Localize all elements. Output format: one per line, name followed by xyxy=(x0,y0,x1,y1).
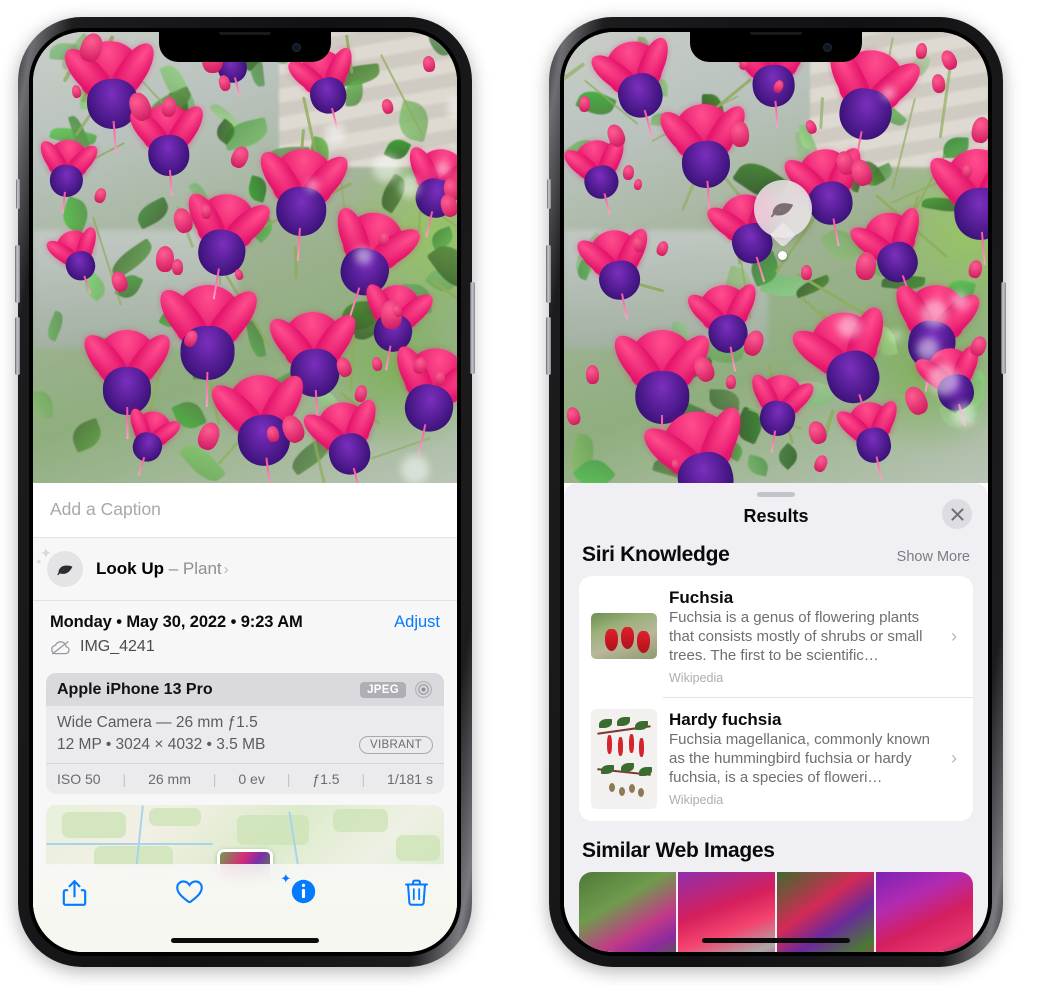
volume-down-button[interactable] xyxy=(546,317,551,375)
exif-value: 1/181 s xyxy=(387,771,433,787)
adjust-button[interactable]: Adjust xyxy=(394,613,440,632)
look-up-subject: Plant xyxy=(182,559,222,578)
photographic-style-badge: VIBRANT xyxy=(359,736,433,754)
caption-field[interactable]: Add a Caption xyxy=(33,483,457,538)
knowledge-title: Hardy fuchsia xyxy=(669,710,782,730)
web-image-thumbnail[interactable] xyxy=(876,871,973,952)
share-icon[interactable] xyxy=(61,878,88,913)
chevron-right-icon: › xyxy=(951,625,957,646)
mute-switch[interactable] xyxy=(16,179,20,209)
chevron-right-icon: › xyxy=(951,748,957,769)
exif-separator: | xyxy=(122,771,127,787)
lens-info: Wide Camera — 26 mm ƒ1.5 xyxy=(57,714,258,731)
home-indicator[interactable] xyxy=(702,938,850,943)
visual-look-up-row[interactable]: ✦ ✦ Look Up – Plant › xyxy=(33,538,457,601)
volume-down-button[interactable] xyxy=(15,317,20,375)
exif-separator: | xyxy=(212,771,217,787)
show-more-button[interactable]: Show More xyxy=(897,549,970,565)
web-image-thumbnail[interactable] xyxy=(579,871,676,952)
similar-web-images-title: Similar Web Images xyxy=(582,838,775,862)
visual-look-up-pin[interactable] xyxy=(754,180,812,248)
knowledge-source: Wikipedia xyxy=(669,670,724,685)
knowledge-card-body: Hardy fuchsia Fuchsia magellanica, common… xyxy=(669,710,933,807)
camera-card-header: Apple iPhone 13 Pro JPEG xyxy=(46,673,444,706)
exif-value: ISO 50 xyxy=(57,771,101,787)
resolution-info: 12 MP • 3024 × 4032 • 3.5 MB xyxy=(57,736,266,753)
exif-value: 26 mm xyxy=(148,771,191,787)
icloud-slash-icon xyxy=(51,640,70,655)
leaf-icon xyxy=(771,203,794,218)
notch xyxy=(690,32,862,62)
earpiece-speaker xyxy=(750,32,802,35)
leaf-glyph xyxy=(56,565,72,575)
volume-up-button[interactable] xyxy=(15,245,20,303)
look-up-label: Look Up xyxy=(96,559,164,578)
screen-right: Results Siri Knowledge Show More Fuchsia… xyxy=(564,32,988,952)
knowledge-source: Wikipedia xyxy=(669,793,724,807)
screen-left: Add a Caption ✦ ✦ Look Up – Plant › Mond… xyxy=(33,32,457,952)
photo-metadata: Monday • May 30, 2022 • 9:23 AM Adjust I… xyxy=(33,601,457,664)
sparkle-icon-small: ✦ xyxy=(35,557,43,567)
knowledge-thumbnail xyxy=(591,708,657,809)
home-indicator[interactable] xyxy=(171,938,319,943)
trash-icon[interactable] xyxy=(404,878,429,912)
front-camera xyxy=(823,43,832,52)
close-icon[interactable] xyxy=(942,499,972,529)
photo-viewer[interactable] xyxy=(564,32,988,483)
camera-info-card[interactable]: Apple iPhone 13 Pro JPEG Wide Camera — 2… xyxy=(46,673,444,794)
visual-look-up-anchor-dot xyxy=(778,251,787,260)
front-camera xyxy=(292,43,301,52)
volume-up-button[interactable] xyxy=(546,245,551,303)
knowledge-title: Fuchsia xyxy=(669,588,734,607)
heart-icon[interactable] xyxy=(175,878,204,910)
knowledge-card[interactable]: Fuchsia Fuchsia is a genus of flowering p… xyxy=(579,576,973,697)
iphone-device-right: Results Siri Knowledge Show More Fuchsia… xyxy=(546,17,1006,967)
results-sheet: Results Siri Knowledge Show More Fuchsia… xyxy=(564,483,988,952)
leaf-icon: ✦ ✦ xyxy=(35,546,83,587)
sparkle-icon: ✦ xyxy=(280,871,292,886)
exif-value: 0 ev xyxy=(238,771,265,787)
exif-value: ƒ1.5 xyxy=(312,771,340,787)
side-power-button[interactable] xyxy=(470,282,475,374)
photo-info-sheet: Add a Caption ✦ ✦ Look Up – Plant › Mond… xyxy=(33,483,457,952)
similar-web-images-header: Similar Web Images xyxy=(564,821,988,872)
knowledge-description: Fuchsia is a genus of flowering plants t… xyxy=(669,609,923,664)
siri-knowledge-header: Siri Knowledge Show More xyxy=(564,541,988,576)
two-phone-comparison: Add a Caption ✦ ✦ Look Up – Plant › Mond… xyxy=(0,0,1055,985)
notch xyxy=(159,32,331,62)
knowledge-card[interactable]: Hardy fuchsia Fuchsia magellanica, common… xyxy=(579,696,973,821)
results-title: Results xyxy=(743,506,809,526)
camera-card-body: Wide Camera — 26 mm ƒ1.5 12 MP • 3024 × … xyxy=(46,706,444,763)
earpiece-speaker xyxy=(219,32,271,35)
device-bezel: Results Siri Knowledge Show More Fuchsia… xyxy=(560,28,992,956)
siri-knowledge-title: Siri Knowledge xyxy=(582,543,730,566)
exif-separator: | xyxy=(286,771,291,787)
photo-filename: IMG_4241 xyxy=(80,638,155,655)
knowledge-thumbnail xyxy=(591,613,657,660)
knowledge-card-body: Fuchsia Fuchsia is a genus of flowering p… xyxy=(669,588,933,685)
camera-device-name: Apple iPhone 13 Pro xyxy=(57,680,213,698)
chevron-right-icon: › xyxy=(223,561,229,578)
exif-row: ISO 50 | 26 mm | 0 ev | ƒ1.5 | 1/181 s xyxy=(46,763,444,794)
aperture-icon xyxy=(414,680,433,699)
look-up-separator: – xyxy=(164,559,183,578)
info-sparkle-icon[interactable]: ✦ xyxy=(280,872,317,910)
knowledge-card-list: Fuchsia Fuchsia is a genus of flowering p… xyxy=(579,576,973,821)
results-header: Results xyxy=(564,497,988,541)
exif-separator: | xyxy=(361,771,366,787)
photo-viewer[interactable] xyxy=(33,32,457,483)
knowledge-description: Fuchsia magellanica, commonly known as t… xyxy=(669,731,930,787)
caption-placeholder: Add a Caption xyxy=(50,499,161,519)
format-badge: JPEG xyxy=(360,681,406,698)
mute-switch[interactable] xyxy=(547,179,551,209)
side-power-button[interactable] xyxy=(1001,282,1006,374)
device-bezel: Add a Caption ✦ ✦ Look Up – Plant › Mond… xyxy=(29,28,461,956)
photo-date: Monday • May 30, 2022 • 9:23 AM xyxy=(50,613,303,631)
iphone-device-left: Add a Caption ✦ ✦ Look Up – Plant › Mond… xyxy=(15,17,475,967)
